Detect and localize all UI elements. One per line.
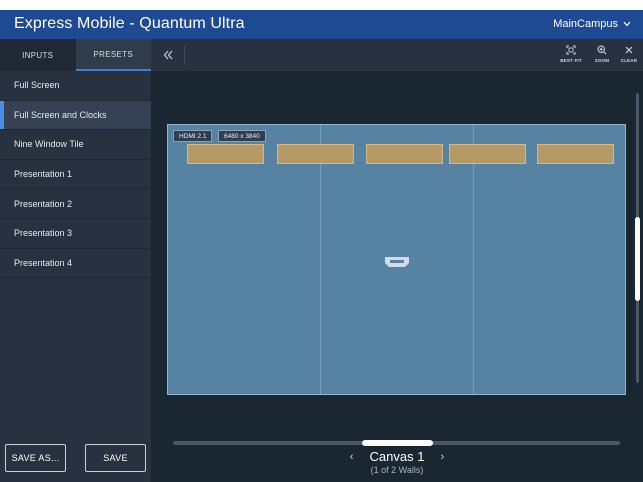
status-bar	[0, 0, 643, 10]
hdmi-icon	[385, 257, 409, 267]
chevron-left-icon[interactable]: ‹	[347, 451, 357, 463]
zoom-button[interactable]: ZOOM	[588, 45, 616, 67]
app-header: Express Mobile - Quantum Ultra MainCampu…	[0, 10, 643, 39]
clock-window[interactable]	[277, 144, 354, 164]
best-fit-button[interactable]: BEST FIT	[557, 45, 585, 67]
preset-item-presentation-4[interactable]: Presentation 4	[0, 249, 151, 279]
clock-window[interactable]	[537, 144, 614, 164]
zoom-label: ZOOM	[594, 58, 610, 63]
save-button[interactable]: SAVE	[85, 444, 146, 472]
best-fit-icon	[566, 45, 576, 55]
toolbar: BEST FIT ZOOM CLEAR	[151, 39, 643, 71]
horizontal-scroll-thumb[interactable]	[362, 440, 433, 446]
preset-item-full-screen-and-clocks[interactable]: Full Screen and Clocks	[0, 100, 151, 131]
campus-selector[interactable]: MainCampus	[553, 18, 631, 30]
chevron-down-icon	[623, 21, 631, 27]
input-badge: HDMI 2.1	[173, 130, 213, 142]
tab-presets[interactable]: PRESETS	[75, 39, 151, 71]
sidebar: INPUTS PRESETS Full Screen Full Screen a…	[0, 39, 151, 482]
sidebar-footer: SAVE AS... SAVE	[0, 434, 151, 482]
video-wall[interactable]: HDMI 2.1 6480 x 3840	[167, 124, 626, 395]
wall-divider	[473, 125, 474, 394]
app-title: Express Mobile - Quantum Ultra	[14, 15, 245, 32]
close-icon	[625, 46, 633, 54]
double-chevron-left-icon	[163, 50, 173, 60]
vertical-scroll-thumb[interactable]	[635, 217, 640, 301]
preset-item-presentation-1[interactable]: Presentation 1	[0, 160, 151, 190]
clear-label: CLEAR	[620, 58, 638, 63]
clock-window[interactable]	[449, 144, 526, 164]
canvas-wall-count: (1 of 2 Walls)	[370, 465, 424, 475]
tab-inputs[interactable]: INPUTS	[0, 39, 76, 71]
clock-window[interactable]	[366, 144, 443, 164]
resolution-badge: 6480 x 3840	[218, 130, 266, 142]
preset-item-nine-window-tile[interactable]: Nine Window Tile	[0, 130, 151, 160]
zoom-in-icon	[597, 45, 607, 55]
chevron-right-icon[interactable]: ›	[437, 451, 447, 463]
canvas-workspace[interactable]: HDMI 2.1 6480 x 3840 ‹ Canvas 1 › (1 of …	[151, 71, 643, 482]
preset-list: Full Screen Full Screen and Clocks Nine …	[0, 71, 151, 279]
best-fit-label: BEST FIT	[560, 58, 582, 63]
preset-item-full-screen[interactable]: Full Screen	[0, 71, 151, 101]
wall-divider	[320, 125, 321, 394]
canvas-navigator: ‹ Canvas 1 › (1 of 2 Walls)	[151, 449, 643, 475]
save-as-button[interactable]: SAVE AS...	[5, 444, 66, 472]
collapse-sidebar-button[interactable]	[161, 48, 175, 62]
campus-label: MainCampus	[553, 18, 618, 30]
clock-window[interactable]	[187, 144, 264, 164]
canvas-name: Canvas 1	[369, 449, 425, 464]
preset-item-presentation-3[interactable]: Presentation 3	[0, 219, 151, 249]
toolbar-divider	[184, 45, 185, 65]
preset-item-presentation-2[interactable]: Presentation 2	[0, 189, 151, 219]
sidebar-tabs: INPUTS PRESETS	[0, 39, 151, 71]
clear-button[interactable]: CLEAR	[615, 45, 643, 67]
